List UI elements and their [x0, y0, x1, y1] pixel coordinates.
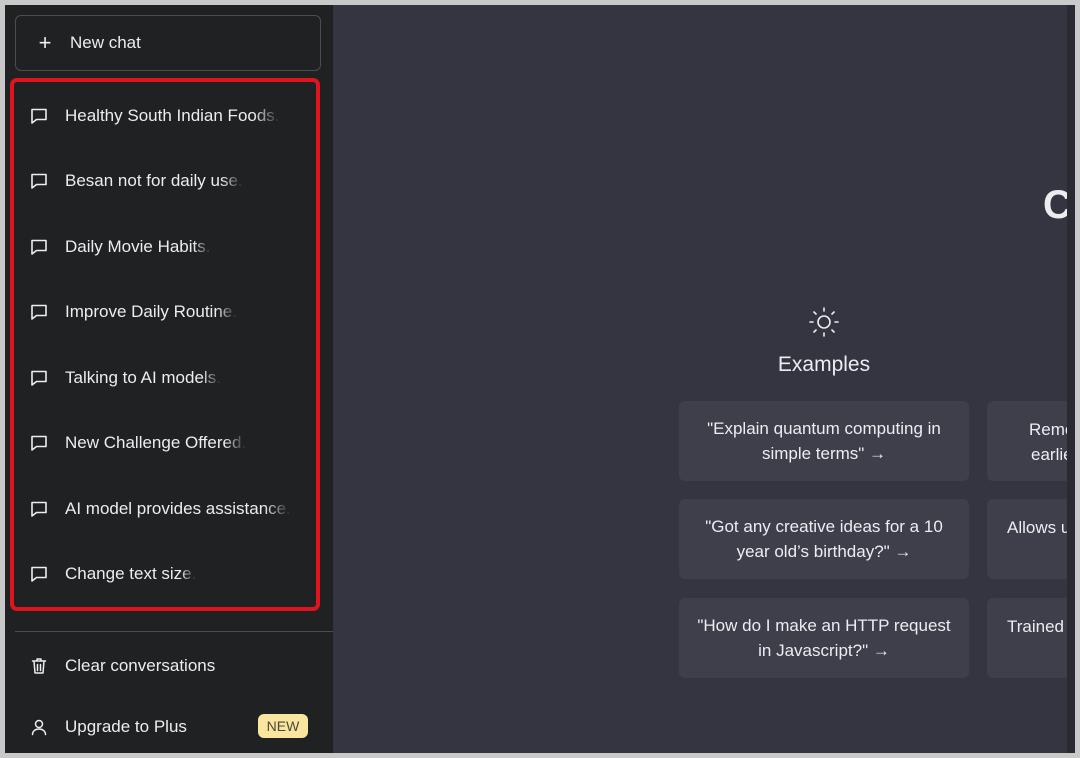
- new-badge: NEW: [258, 714, 308, 738]
- capability-card: Trained t: [987, 598, 1075, 678]
- main-panel: Cl Examples "Explain quantum computing i…: [333, 5, 1075, 753]
- example-prompt-text: "Explain quantum computing in simple ter…: [707, 419, 941, 463]
- example-prompt-card[interactable]: "Explain quantum computing in simple ter…: [679, 401, 969, 481]
- new-chat-label: New chat: [70, 33, 141, 52]
- annotation-highlight-box: [10, 78, 320, 611]
- capability-card: Allows us: [987, 499, 1075, 579]
- capability-text-line: Trained t: [1007, 617, 1074, 636]
- upgrade-label: Upgrade to Plus: [65, 717, 187, 736]
- plus-icon: +: [38, 30, 52, 55]
- examples-heading: Examples: [777, 353, 871, 376]
- example-prompt-card[interactable]: "Got any creative ideas for a 10 year ol…: [679, 499, 969, 579]
- sidebar-divider: [15, 631, 333, 632]
- example-prompt-text: "Got any creative ideas for a 10 year ol…: [705, 517, 943, 561]
- trash-icon: [31, 658, 47, 674]
- capability-text-line: Allows us: [1007, 518, 1075, 537]
- sidebar: + New chat Healthy South Indian Foods. B…: [5, 5, 333, 753]
- user-icon: [31, 719, 47, 736]
- sun-icon: [809, 307, 839, 337]
- new-chat-button[interactable]: + New chat: [15, 15, 321, 71]
- clear-conversations-button[interactable]: Clear conversations: [5, 641, 333, 691]
- capability-text-line: earlier: [1031, 445, 1075, 464]
- example-prompt-text: "How do I make an HTTP request in Javasc…: [697, 616, 951, 660]
- scrollbar[interactable]: [1067, 5, 1075, 753]
- example-prompt-card[interactable]: "How do I make an HTTP request in Javasc…: [679, 598, 969, 678]
- capability-text-line: Remem: [1029, 420, 1075, 439]
- capability-card: Remem earlier: [987, 401, 1075, 481]
- app-window: + New chat Healthy South Indian Foods. B…: [5, 5, 1075, 753]
- upgrade-to-plus-button[interactable]: Upgrade to Plus NEW: [5, 702, 333, 752]
- clear-conversations-label: Clear conversations: [65, 656, 216, 675]
- examples-column-header: Examples: [679, 305, 969, 377]
